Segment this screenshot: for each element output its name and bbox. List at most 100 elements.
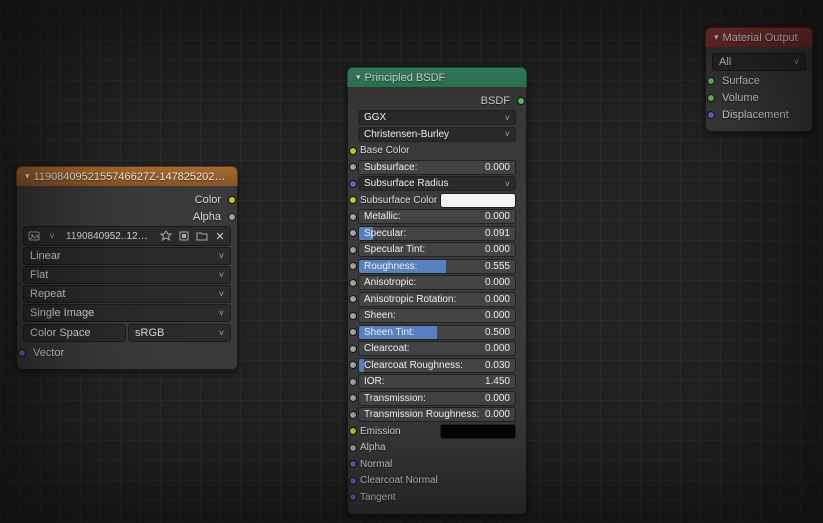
bsdf-emission-row[interactable]: Emission xyxy=(354,423,520,439)
socket-in-alpha[interactable] xyxy=(349,444,357,452)
bsdf-clearcoat-normal-row: Clearcoat Normal xyxy=(354,473,520,489)
socket-in-specular-tint[interactable] xyxy=(349,246,357,254)
socket-in-ior[interactable] xyxy=(349,378,357,386)
collapse-triangle-icon[interactable]: ▾ xyxy=(25,171,30,182)
bsdf-roughness-row[interactable]: Roughness:0.555 xyxy=(354,258,520,274)
bsdf-clearcoat-row[interactable]: Clearcoat:0.000 xyxy=(354,341,520,357)
socket-in-metallic[interactable] xyxy=(349,213,357,221)
collapse-triangle-icon[interactable]: ▾ xyxy=(356,72,361,83)
bsdf-specular-row[interactable]: Specular:0.091 xyxy=(354,225,520,241)
principled-bsdf-node[interactable]: ▾ Principled BSDF BSDF GGX˅ Christensen-… xyxy=(347,67,527,515)
socket-in-subsurface-color[interactable] xyxy=(349,196,357,204)
output-color-label: Color xyxy=(195,194,221,206)
image-datablock-chevron-icon[interactable]: ˅ xyxy=(44,228,60,244)
bsdf-transmission-roughness-row[interactable]: Transmission Roughness:0.000 xyxy=(354,407,520,423)
material-output-header[interactable]: ▾ Material Output xyxy=(705,27,813,47)
input-volume-row: Volume xyxy=(712,89,806,106)
socket-in-clearcoat-normal[interactable] xyxy=(349,477,357,485)
socket-in-specular[interactable] xyxy=(349,229,357,237)
bsdf-subsurface-radius-row[interactable]: Subsurface Radius˅ xyxy=(354,176,520,192)
material-output-node[interactable]: ▾ Material Output All ˅ Surface Volume D… xyxy=(705,27,813,132)
bsdf-subsurface-row[interactable]: Subsurface:0.000 xyxy=(354,159,520,175)
bsdf-node-header[interactable]: ▾ Principled BSDF xyxy=(347,67,527,87)
image-texture-node[interactable]: ▾ 1190840952155746627Z-14782520239312496… xyxy=(16,166,238,370)
material-output-title: Material Output xyxy=(723,32,798,44)
output-bsdf-label: BSDF xyxy=(481,95,510,107)
extension-value: Repeat xyxy=(30,288,65,300)
image-node-body: Color Alpha ˅ 1190840952..12496824.png ✕ xyxy=(16,186,238,370)
distribution-dropdown[interactable]: GGX˅ xyxy=(354,110,520,126)
socket-in-subsurface[interactable] xyxy=(349,163,357,171)
bsdf-clearcoat-roughness-row[interactable]: Clearcoat Roughness:0.030 xyxy=(354,357,520,373)
socket-in-transmission[interactable] xyxy=(349,394,357,402)
bsdf-alpha-label: Alpha xyxy=(360,442,386,453)
interpolation-dropdown[interactable]: Linear ˅ xyxy=(23,247,231,265)
bsdf-subsurface-color-row[interactable]: Subsurface Color xyxy=(354,192,520,208)
socket-in-surface[interactable] xyxy=(707,77,715,85)
bsdf-base-color-row: Base Color xyxy=(354,143,520,159)
output-alpha-label: Alpha xyxy=(193,211,221,223)
image-filename[interactable]: 1190840952..12496824.png xyxy=(62,231,156,242)
bsdf-ior-row[interactable]: IOR:1.450 xyxy=(354,374,520,390)
chevron-down-icon: ˅ xyxy=(219,289,224,299)
extension-dropdown[interactable]: Repeat ˅ xyxy=(23,285,231,303)
socket-in-roughness[interactable] xyxy=(349,262,357,270)
input-surface-label: Surface xyxy=(722,75,760,87)
socket-out-bsdf[interactable] xyxy=(517,97,525,105)
socket-in-clearcoat[interactable] xyxy=(349,345,357,353)
color-space-dropdown[interactable]: sRGB ˅ xyxy=(128,324,231,342)
browse-image-icon[interactable] xyxy=(26,228,42,244)
bsdf-anisotropic-rotation-row[interactable]: Anisotropic Rotation:0.000 xyxy=(354,291,520,307)
bsdf-subsurface-color-swatch[interactable] xyxy=(440,193,516,208)
collapse-triangle-icon[interactable]: ▾ xyxy=(714,32,719,43)
target-dropdown[interactable]: All ˅ xyxy=(712,53,806,71)
bsdf-base-color-label: Base Color xyxy=(360,145,409,156)
socket-in-sheen[interactable] xyxy=(349,312,357,320)
new-image-icon[interactable] xyxy=(176,228,192,244)
bsdf-specular-tint-row[interactable]: Specular Tint:0.000 xyxy=(354,242,520,258)
socket-out-alpha[interactable] xyxy=(228,213,236,221)
socket-in-transmission-roughness[interactable] xyxy=(349,411,357,419)
projection-dropdown[interactable]: Flat ˅ xyxy=(23,266,231,284)
bsdf-emission-swatch[interactable] xyxy=(440,424,516,439)
socket-in-vector[interactable] xyxy=(18,349,26,357)
fake-user-icon[interactable] xyxy=(158,228,174,244)
bsdf-tangent-row: Tangent xyxy=(354,489,520,505)
input-volume-label: Volume xyxy=(722,92,759,104)
socket-in-normal[interactable] xyxy=(349,460,357,468)
interpolation-value: Linear xyxy=(30,250,61,262)
socket-in-subsurface-radius[interactable] xyxy=(349,180,357,188)
socket-in-anisotropic-rotation[interactable] xyxy=(349,295,357,303)
socket-in-clearcoat-roughness[interactable] xyxy=(349,361,357,369)
open-image-icon[interactable] xyxy=(194,228,210,244)
bsdf-transmission-row[interactable]: Transmission:0.000 xyxy=(354,390,520,406)
bsdf-anisotropic-row[interactable]: Anisotropic:0.000 xyxy=(354,275,520,291)
bsdf-node-body: BSDF GGX˅ Christensen-Burley˅ Base Color… xyxy=(347,87,527,515)
socket-out-color[interactable] xyxy=(228,196,236,204)
unlink-image-icon[interactable]: ✕ xyxy=(212,228,228,244)
chevron-down-icon: ˅ xyxy=(219,270,224,280)
socket-in-volume[interactable] xyxy=(707,94,715,102)
bsdf-sheen-row[interactable]: Sheen:0.000 xyxy=(354,308,520,324)
bsdf-normal-label: Normal xyxy=(360,459,392,470)
image-node-header[interactable]: ▾ 1190840952155746627Z-14782520239312496… xyxy=(16,166,238,186)
color-space-label: Color Space xyxy=(30,327,91,339)
bsdf-metallic-row[interactable]: Metallic:0.000 xyxy=(354,209,520,225)
socket-in-emission[interactable] xyxy=(349,427,357,435)
target-value: All xyxy=(719,56,731,68)
source-dropdown[interactable]: Single Image ˅ xyxy=(23,304,231,322)
bsdf-clearcoat-normal-label: Clearcoat Normal xyxy=(360,475,438,486)
output-bsdf-row: BSDF xyxy=(354,92,520,109)
socket-in-base-color[interactable] xyxy=(349,147,357,155)
socket-in-displacement[interactable] xyxy=(707,111,715,119)
socket-in-anisotropic[interactable] xyxy=(349,279,357,287)
bsdf-alpha-row: Alpha xyxy=(354,440,520,456)
socket-in-sheen-tint[interactable] xyxy=(349,328,357,336)
color-space-label-box: Color Space xyxy=(23,324,126,342)
chevron-down-icon: ˅ xyxy=(219,308,224,318)
sss-method-dropdown[interactable]: Christensen-Burley˅ xyxy=(354,126,520,142)
input-vector-label: Vector xyxy=(33,347,64,359)
chevron-down-icon: ˅ xyxy=(219,328,224,338)
socket-in-tangent[interactable] xyxy=(349,493,357,501)
bsdf-sheen-tint-row[interactable]: Sheen Tint:0.500 xyxy=(354,324,520,340)
